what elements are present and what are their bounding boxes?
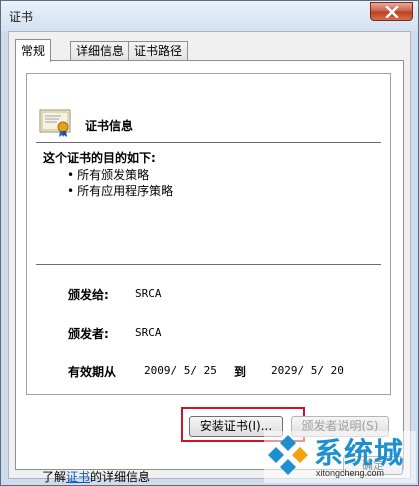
divider — [36, 264, 381, 265]
certificate-dialog: 证书 常规 详细信息 证书路径 证书信息 这个证书的目的如下: • 所有颁发策略… — [0, 0, 419, 486]
issued-by-value: SRCA — [135, 326, 162, 339]
tab-cert-path[interactable]: 证书路径 — [128, 41, 189, 61]
validity-to-word: 到 — [234, 365, 247, 379]
issued-by-label: 颁发者: — [68, 327, 109, 341]
purpose-item: 所有颁发策略 — [67, 167, 173, 183]
certificate-icon — [39, 109, 71, 137]
validity-label: 有效期从 — [68, 365, 117, 379]
purpose-list: 所有颁发策略 所有应用程序策略 — [67, 167, 173, 199]
close-button[interactable] — [370, 2, 413, 21]
issued-to-label: 颁发给: — [68, 288, 109, 302]
valid-from-date: 2009/ 5/ 25 — [144, 364, 217, 377]
general-tab-panel: 证书信息 这个证书的目的如下: 所有颁发策略 所有应用程序策略 颁发给: SRC… — [15, 60, 404, 484]
window-title: 证书 — [9, 10, 34, 24]
watermark: 系统城 xitongcheng.com — [264, 431, 416, 483]
divider — [36, 142, 381, 143]
tab-general[interactable]: 常规 — [15, 39, 52, 62]
learn-more-text: 了解证书的详细信息 — [42, 468, 150, 485]
certificate-info-box: 证书信息 这个证书的目的如下: 所有颁发策略 所有应用程序策略 颁发给: SRC… — [26, 73, 391, 395]
learn-more-prefix: 了解 — [42, 470, 67, 484]
learn-more-suffix: 的详细信息 — [90, 470, 151, 484]
purpose-heading: 这个证书的目的如下: — [43, 151, 156, 165]
certificate-info-title: 证书信息 — [85, 119, 134, 133]
close-icon — [384, 5, 399, 18]
learn-more-link[interactable]: 证书 — [66, 470, 90, 484]
watermark-logo-icon — [268, 435, 308, 475]
purpose-item: 所有应用程序策略 — [67, 183, 173, 199]
valid-to-date: 2029/ 5/ 20 — [271, 364, 344, 377]
issued-to-value: SRCA — [135, 287, 162, 300]
tab-details[interactable]: 详细信息 — [70, 41, 131, 61]
dialog-body: 常规 详细信息 证书路径 证书信息 这个证书的目的如下: • 所有颁发策略 • … — [8, 31, 411, 484]
watermark-name: 系统城 — [314, 436, 405, 470]
title-bar[interactable]: 证书 — [1, 1, 418, 31]
watermark-url: xitongcheng.com — [316, 468, 385, 478]
